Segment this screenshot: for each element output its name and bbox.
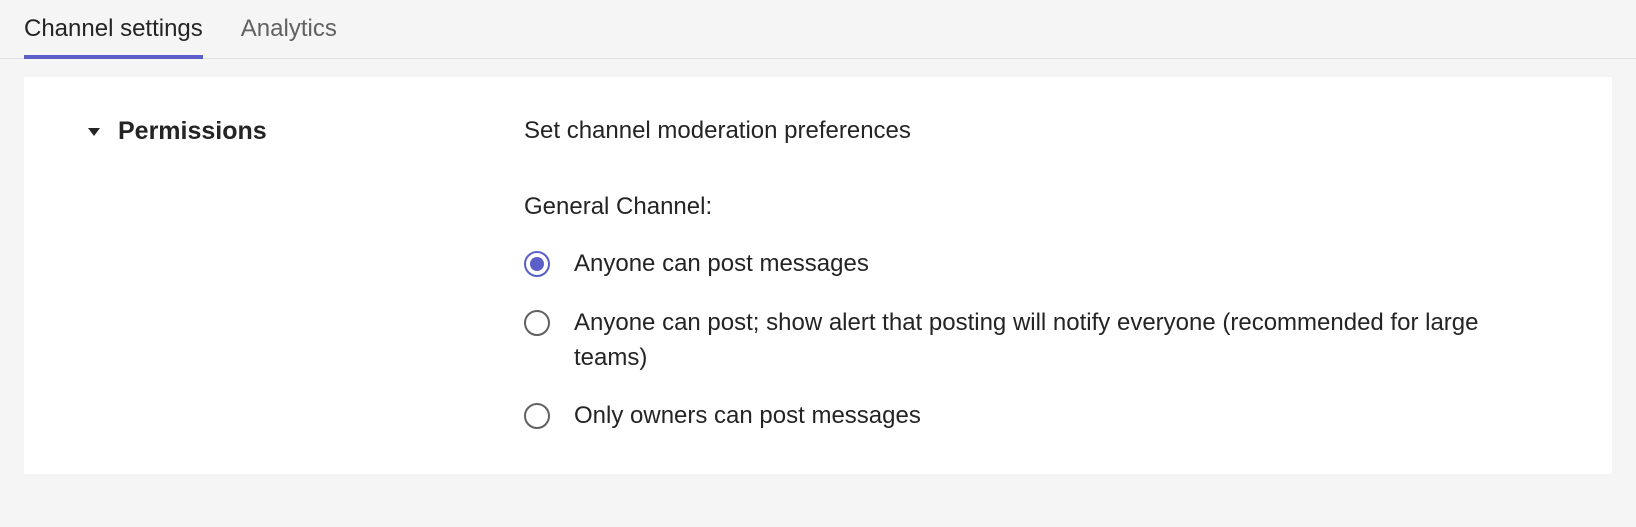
posting-radio-group: Anyone can post messages Anyone can post…	[524, 247, 1554, 434]
radio-label-text: Only owners can post messages	[574, 399, 921, 434]
radio-indicator	[524, 310, 550, 336]
permissions-title: Permissions	[118, 117, 267, 146]
radio-indicator	[524, 403, 550, 429]
permissions-section: Permissions Set channel moderation prefe…	[88, 117, 1564, 434]
permissions-body: Set channel moderation preferences Gener…	[524, 117, 1554, 434]
chevron-down-icon	[88, 128, 100, 136]
radio-dot-icon	[530, 257, 544, 271]
radio-indicator	[524, 251, 550, 277]
tab-analytics[interactable]: Analytics	[241, 1, 337, 59]
radio-anyone-can-post[interactable]: Anyone can post messages	[524, 247, 1554, 282]
general-channel-label: General Channel:	[524, 193, 1554, 221]
permissions-description: Set channel moderation preferences	[524, 117, 1554, 145]
tab-channel-settings[interactable]: Channel settings	[24, 1, 203, 59]
radio-label-text: Anyone can post; show alert that posting…	[574, 306, 1554, 376]
radio-only-owners[interactable]: Only owners can post messages	[524, 399, 1554, 434]
radio-label-text: Anyone can post messages	[574, 247, 869, 282]
tabs-bar: Channel settings Analytics	[0, 0, 1636, 59]
settings-panel: Permissions Set channel moderation prefe…	[24, 77, 1612, 474]
radio-anyone-with-alert[interactable]: Anyone can post; show alert that posting…	[524, 306, 1554, 376]
permissions-header[interactable]: Permissions	[88, 117, 524, 146]
